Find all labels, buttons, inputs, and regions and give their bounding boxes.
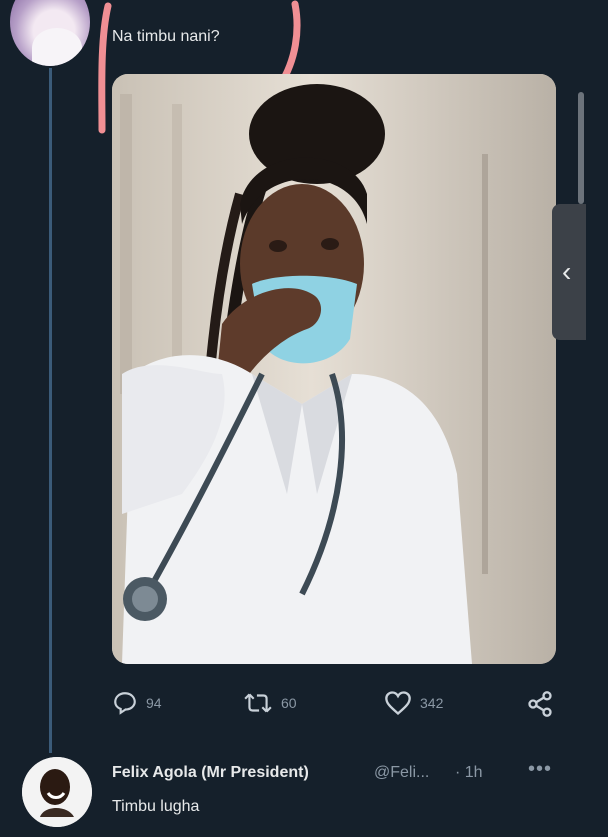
share-icon [528,691,552,717]
like-button[interactable]: 342 [384,690,443,716]
scroll-indicator [578,92,584,204]
like-count: 342 [420,695,444,711]
reply-author-name[interactable]: Felix Agola (Mr President) [112,764,309,782]
retweet-count: 60 [281,695,297,711]
reply-author-handle[interactable]: @Feli... [374,764,429,782]
gallery-prev-button[interactable]: ‹ [552,204,586,340]
chevron-left-icon: ‹ [562,256,572,287]
tweet-photo[interactable] [112,74,556,664]
author-avatar[interactable] [10,0,90,66]
reply-timestamp[interactable]: · 1h [455,764,483,782]
thread-connector-line [49,68,52,753]
comment-icon [114,692,136,715]
heart-icon [385,691,411,716]
reply-button[interactable]: 94 [112,690,162,716]
reply-author-avatar[interactable] [22,757,92,827]
reply-count: 94 [146,695,162,711]
retweet-button[interactable]: 60 [243,690,297,716]
reply-text: Timbu lugha [112,798,200,815]
share-button[interactable] [526,690,554,718]
retweet-icon [244,693,272,713]
more-options-button[interactable]: ••• [528,758,552,781]
